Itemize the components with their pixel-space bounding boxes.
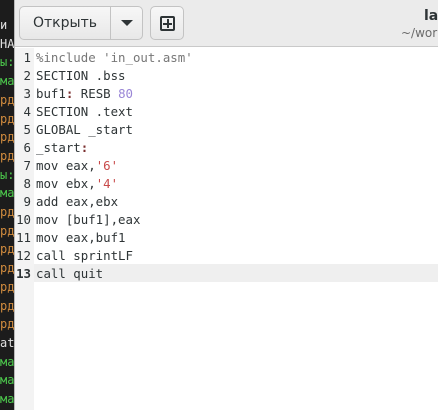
terminal-text-fragment: рд bbox=[0, 242, 14, 257]
terminal-text-fragment: рд bbox=[0, 130, 14, 145]
code-token: call quit bbox=[36, 266, 104, 281]
line-number: 6 bbox=[23, 140, 31, 155]
code-token: call sprintLF bbox=[36, 248, 133, 263]
code-text: GLOBAL _start bbox=[36, 121, 133, 139]
terminal-text-fragment: ма bbox=[0, 354, 14, 369]
line-number: 3 bbox=[23, 86, 31, 101]
terminal-text-fragment: HA bbox=[0, 36, 14, 51]
code-text: SECTION .bss bbox=[36, 67, 126, 85]
line-number: 4 bbox=[23, 104, 31, 119]
code-text: mov ebx,'4' bbox=[36, 175, 118, 193]
terminal-text-fragment: рд bbox=[0, 92, 14, 107]
line-number: 13 bbox=[16, 266, 31, 281]
terminal-text-fragment: рд bbox=[0, 279, 14, 294]
code-token: mov eax, bbox=[36, 158, 96, 173]
terminal-text-fragment: ы: bbox=[0, 55, 14, 70]
code-text: mov [buf1],eax bbox=[36, 211, 140, 229]
terminal-text-fragment: рд bbox=[0, 298, 14, 313]
line-number: 1 bbox=[23, 50, 31, 65]
terminal-text-fragment: рд bbox=[0, 205, 14, 219]
new-tab-plus-icon bbox=[159, 15, 175, 31]
terminal-text-fragment: at bbox=[0, 335, 14, 350]
terminal-text-fragment: рд bbox=[0, 111, 14, 126]
code-token: add eax,ebx bbox=[36, 194, 119, 209]
terminal-text-fragment: рд bbox=[0, 223, 14, 238]
open-button-label: Открыть bbox=[33, 15, 97, 31]
code-text: call quit bbox=[36, 265, 103, 283]
new-document-button[interactable] bbox=[150, 6, 184, 40]
background-terminal: и HA ы: ма рд рд рд рд ы: ма рд рд рд рд рд рд рд at ма ма м… bbox=[0, 0, 14, 410]
terminal-text-fragment: и bbox=[0, 18, 8, 32]
header-bar: Открыть lab ~/work bbox=[15, 0, 438, 47]
code-token: 80 bbox=[118, 86, 133, 101]
line-number: 11 bbox=[16, 230, 31, 245]
terminal-text-fragment: ы: bbox=[0, 167, 14, 182]
text-editor-window: Открыть lab ~/work 1 %include 'in_out.asm… bbox=[14, 0, 438, 410]
code-token: %include 'in_out.asm' bbox=[36, 50, 193, 65]
code-token: mov eax,buf1 bbox=[36, 230, 126, 245]
terminal-text-fragment: рд bbox=[0, 261, 14, 276]
code-token: : bbox=[80, 140, 89, 155]
code-text: _start: bbox=[36, 139, 88, 157]
window-subtitle-path: ~/work bbox=[401, 26, 438, 40]
code-text: %include 'in_out.asm' bbox=[36, 49, 193, 67]
chevron-down-icon bbox=[120, 20, 133, 26]
line-number: 5 bbox=[23, 122, 31, 137]
terminal-text-fragment: ма bbox=[0, 186, 14, 201]
open-button[interactable]: Открыть bbox=[19, 6, 111, 40]
line-number: 12 bbox=[16, 248, 31, 263]
code-token: SECTION .text bbox=[36, 104, 133, 119]
terminal-text-fragment: ма bbox=[0, 74, 14, 89]
line-number: 10 bbox=[16, 212, 31, 227]
code-text: add eax,ebx bbox=[36, 193, 118, 211]
code-token: SECTION .bss bbox=[36, 68, 126, 83]
code-token: _start bbox=[36, 140, 81, 155]
line-number: 9 bbox=[23, 194, 31, 209]
line-number: 2 bbox=[23, 68, 31, 83]
line-number: 7 bbox=[23, 158, 31, 173]
terminal-text-fragment: рд bbox=[0, 317, 14, 332]
terminal-text-fragment: рд bbox=[0, 148, 14, 163]
open-recent-menu-button[interactable] bbox=[110, 6, 143, 40]
code-token: mov ebx, bbox=[36, 176, 96, 191]
code-token: mov [buf1],eax bbox=[36, 212, 141, 227]
code-token: buf1 bbox=[36, 86, 66, 101]
code-text: mov eax,'6' bbox=[36, 157, 118, 175]
code-text: SECTION .text bbox=[36, 103, 133, 121]
code-token: GLOBAL _start bbox=[36, 122, 133, 137]
code-editor[interactable]: 1 %include 'in_out.asm' 2 SECTION .bss 3 buf1… bbox=[15, 48, 438, 410]
code-text: call sprintLF bbox=[36, 247, 133, 265]
line-number: 8 bbox=[23, 176, 31, 191]
code-text: mov eax,buf1 bbox=[36, 229, 126, 247]
window-title: lab bbox=[424, 8, 438, 24]
terminal-text-fragment: ма bbox=[0, 373, 14, 388]
terminal-text-fragment: ма bbox=[0, 392, 14, 406]
code-text: buf1: RESB 80 bbox=[36, 85, 133, 103]
code-token: '4' bbox=[95, 176, 119, 191]
code-token: RESB bbox=[73, 86, 119, 101]
code-token: '6' bbox=[95, 158, 119, 173]
